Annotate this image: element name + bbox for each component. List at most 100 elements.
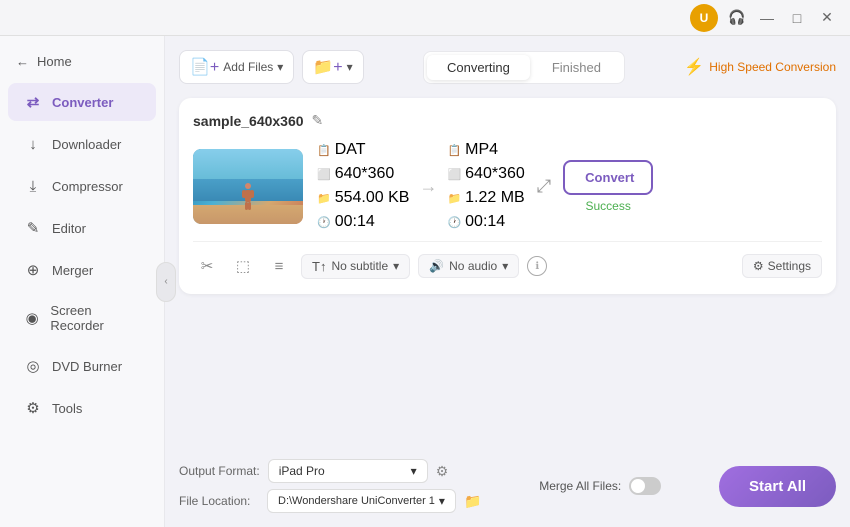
source-size-row: 📁 554.00 KB bbox=[317, 189, 409, 207]
action-icon[interactable]: ⤢ bbox=[537, 176, 551, 197]
output-format-row: Output Format: iPad Pro ▾ ⚙ bbox=[179, 459, 481, 483]
screen-recorder-icon: ◉ bbox=[24, 309, 40, 327]
target-format-row: 📋 MP4 bbox=[447, 141, 524, 159]
editor-icon: ✎ bbox=[24, 219, 42, 237]
tools-icon: ⚙ bbox=[24, 399, 42, 417]
downloader-icon: ↓ bbox=[24, 135, 42, 153]
output-format-select[interactable]: iPad Pro ▾ bbox=[268, 459, 428, 483]
target-resolution-row: ⬜ 640*360 bbox=[447, 165, 524, 183]
sidebar-label-tools: Tools bbox=[52, 401, 82, 416]
output-format-settings-icon[interactable]: ⚙ bbox=[436, 463, 449, 480]
add-folder-button[interactable]: 📁+ ▾ bbox=[302, 50, 363, 84]
dvd-burner-icon: ◎ bbox=[24, 357, 42, 375]
file-location-folder-icon[interactable]: 📁 bbox=[464, 493, 481, 510]
source-duration-row: 🕐 00:14 bbox=[317, 213, 409, 231]
tab-bar: Converting Finished bbox=[423, 51, 625, 84]
sidebar-collapse-btn[interactable]: ‹ bbox=[156, 262, 176, 302]
output-format-chevron: ▾ bbox=[411, 464, 417, 478]
convert-btn-area: Convert Success bbox=[563, 160, 653, 213]
file-thumbnail bbox=[193, 149, 303, 224]
lightning-icon: ⚡ bbox=[684, 57, 704, 77]
audio-icon: 🔊 bbox=[429, 259, 444, 273]
target-format: MP4 bbox=[465, 141, 498, 159]
audio-chevron: ▾ bbox=[502, 259, 508, 273]
add-files-chevron: ▾ bbox=[277, 60, 283, 74]
sidebar-home[interactable]: ← Home bbox=[0, 46, 164, 77]
cut-icon[interactable]: ✂ bbox=[193, 252, 221, 280]
sidebar-item-screen-recorder[interactable]: ◉ Screen Recorder bbox=[8, 293, 156, 343]
subtitle-chevron: ▾ bbox=[393, 259, 399, 273]
merge-row: Merge All Files: bbox=[539, 477, 661, 495]
merger-icon: ⊕ bbox=[24, 261, 42, 279]
sidebar: ← Home ⇄ Converter ↓ Downloader ⤓ Compre… bbox=[0, 36, 165, 527]
sidebar-label-compressor: Compressor bbox=[52, 179, 123, 194]
tool-row: ✂ ⬚ ≡ T↑ No subtitle ▾ 🔊 No audio ▾ ℹ ⚙ … bbox=[193, 241, 822, 280]
source-format-row: 📋 DAT bbox=[317, 141, 409, 159]
sidebar-item-tools[interactable]: ⚙ Tools bbox=[8, 389, 156, 427]
sidebar-item-dvd-burner[interactable]: ◎ DVD Burner bbox=[8, 347, 156, 385]
action-icon-area: ⤢ bbox=[537, 176, 551, 197]
headphone-icon[interactable]: 🎧 bbox=[726, 7, 748, 29]
subtitle-icon: T↑ bbox=[312, 259, 326, 274]
file-edit-icon[interactable]: ✎ bbox=[312, 112, 324, 129]
crop-icon[interactable]: ⬚ bbox=[229, 252, 257, 280]
settings-button[interactable]: ⚙ Settings bbox=[742, 254, 822, 278]
sidebar-item-converter[interactable]: ⇄ Converter bbox=[8, 83, 156, 121]
main-content: 📄+ Add Files ▾ 📁+ ▾ Converting Finished bbox=[165, 36, 850, 527]
app-body: ← Home ⇄ Converter ↓ Downloader ⤓ Compre… bbox=[0, 36, 850, 527]
sidebar-item-editor[interactable]: ✎ Editor bbox=[8, 209, 156, 247]
target-size-icon: 📁 bbox=[447, 192, 461, 205]
settings-label: Settings bbox=[768, 259, 811, 273]
converter-icon: ⇄ bbox=[24, 93, 42, 111]
toolbar-left: 📄+ Add Files ▾ 📁+ ▾ bbox=[179, 50, 364, 84]
target-format-icon: 📋 bbox=[447, 144, 461, 157]
target-duration: 00:14 bbox=[465, 213, 505, 231]
high-speed-label: High Speed Conversion bbox=[709, 60, 836, 74]
merge-toggle[interactable] bbox=[629, 477, 661, 495]
sidebar-item-merger[interactable]: ⊕ Merger bbox=[8, 251, 156, 289]
convert-arrow-icon: → bbox=[419, 176, 437, 197]
target-size: 1.22 MB bbox=[465, 189, 525, 207]
sidebar-item-downloader[interactable]: ↓ Downloader bbox=[8, 125, 156, 163]
file-location-select[interactable]: D:\Wondershare UniConverter 1 ▾ bbox=[267, 489, 456, 513]
source-meta: 📋 DAT ⬜ 640*360 📁 554.00 KB 🕐 00:14 bbox=[317, 141, 409, 231]
success-status: Success bbox=[585, 199, 630, 213]
file-location-label: File Location: bbox=[179, 494, 259, 508]
thumbnail-figure bbox=[240, 182, 256, 212]
sidebar-label-converter: Converter bbox=[52, 95, 113, 110]
target-meta: 📋 MP4 ⬜ 640*360 📁 1.22 MB 🕐 00:14 bbox=[447, 141, 524, 231]
settings-icon: ⚙ bbox=[753, 259, 764, 273]
convert-button[interactable]: Convert bbox=[563, 160, 653, 195]
info-icon[interactable]: ℹ bbox=[527, 256, 547, 276]
source-resolution-row: ⬜ 640*360 bbox=[317, 165, 409, 183]
tab-finished[interactable]: Finished bbox=[532, 55, 621, 80]
add-files-icon: 📄+ bbox=[190, 57, 219, 77]
file-location-chevron: ▾ bbox=[439, 494, 445, 508]
resolution-icon: ⬜ bbox=[317, 168, 331, 181]
sidebar-item-compressor[interactable]: ⤓ Compressor bbox=[8, 167, 156, 205]
add-folder-chevron: ▾ bbox=[347, 60, 353, 74]
audio-dropdown[interactable]: 🔊 No audio ▾ bbox=[418, 254, 519, 278]
minimize-icon[interactable]: — bbox=[756, 7, 778, 29]
output-format-label: Output Format: bbox=[179, 464, 260, 478]
subtitle-label: No subtitle bbox=[331, 259, 388, 273]
toggle-thumb bbox=[631, 479, 645, 493]
add-files-label: Add Files bbox=[223, 60, 273, 74]
add-files-button[interactable]: 📄+ Add Files ▾ bbox=[179, 50, 294, 84]
target-resolution: 640*360 bbox=[465, 165, 525, 183]
duration-icon: 🕐 bbox=[317, 216, 331, 229]
audio-label: No audio bbox=[449, 259, 497, 273]
start-all-button[interactable]: Start All bbox=[719, 466, 836, 507]
close-icon[interactable]: ✕ bbox=[816, 7, 838, 29]
target-duration-icon: 🕐 bbox=[447, 216, 461, 229]
tab-converting[interactable]: Converting bbox=[427, 55, 530, 80]
maximize-icon[interactable]: □ bbox=[786, 7, 808, 29]
titlebar: U 🎧 — □ ✕ bbox=[0, 0, 850, 36]
high-speed-conversion[interactable]: ⚡ High Speed Conversion bbox=[684, 57, 836, 77]
sidebar-label-editor: Editor bbox=[52, 221, 86, 236]
subtitle-dropdown[interactable]: T↑ No subtitle ▾ bbox=[301, 254, 410, 279]
file-name: sample_640x360 bbox=[193, 113, 304, 129]
source-format: DAT bbox=[335, 141, 366, 159]
sidebar-label-merger: Merger bbox=[52, 263, 93, 278]
effects-icon[interactable]: ≡ bbox=[265, 252, 293, 280]
